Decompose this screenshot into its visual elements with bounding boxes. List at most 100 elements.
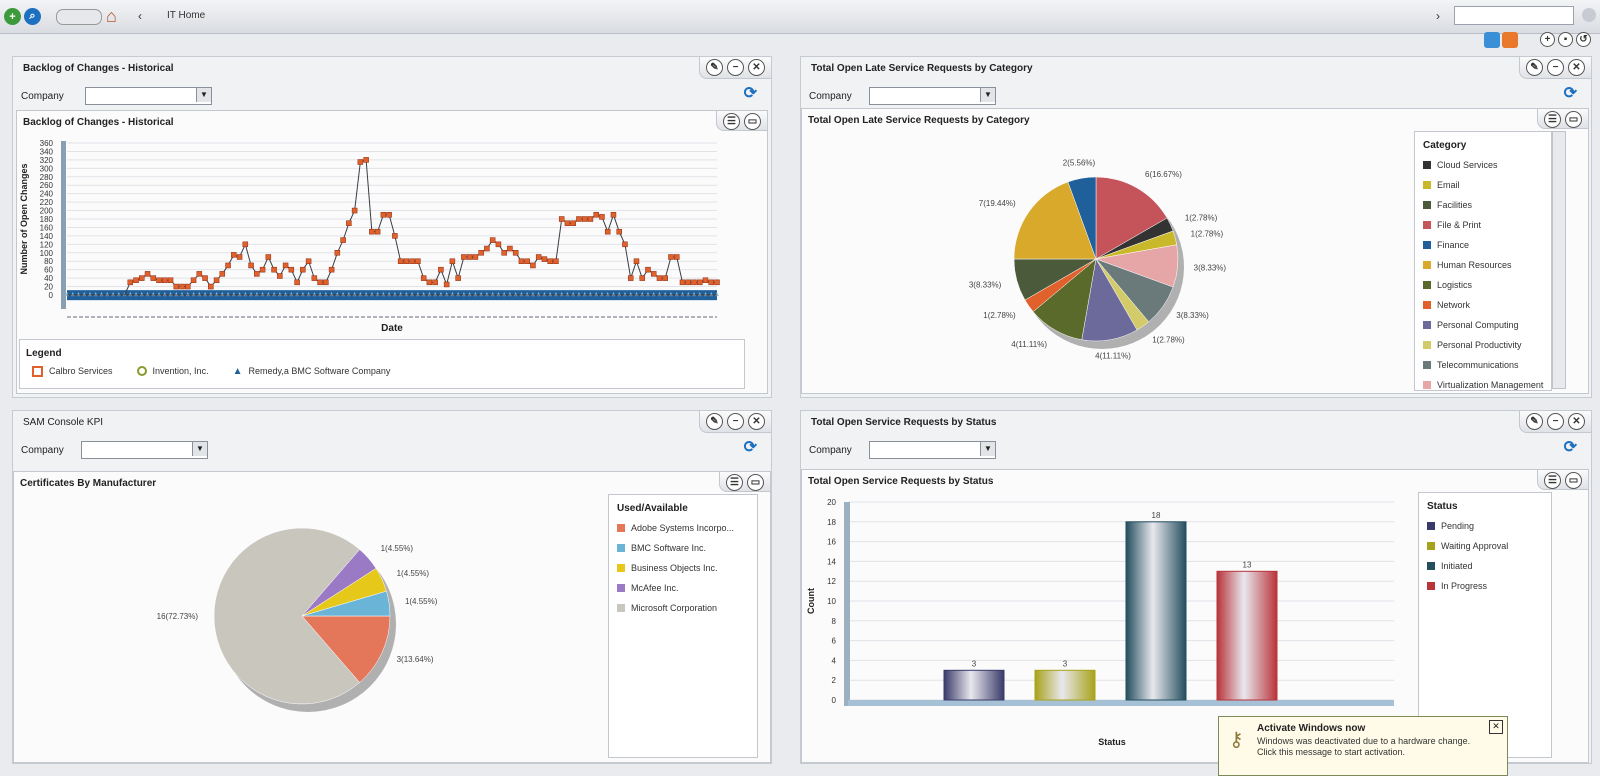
y-tick-label: 80 bbox=[44, 257, 53, 266]
refresh-icon[interactable]: ⟳ bbox=[1564, 83, 1577, 103]
slice-label: 16(72.73%) bbox=[157, 612, 199, 621]
refresh-icon[interactable]: ⟳ bbox=[1564, 437, 1577, 457]
category-legend: Category Cloud Services Email Facilities Fi… bbox=[1414, 131, 1552, 391]
add-panel-icon[interactable]: + bbox=[1540, 32, 1555, 47]
rss-icon[interactable] bbox=[1502, 32, 1518, 48]
data-point bbox=[369, 228, 375, 235]
company-select[interactable]: ▼ bbox=[85, 87, 212, 105]
data-point bbox=[185, 283, 191, 290]
save-layout-icon[interactable]: ▪ bbox=[1558, 32, 1573, 47]
chevron-down-icon[interactable]: ▼ bbox=[980, 442, 995, 456]
data-point bbox=[570, 220, 576, 226]
close-icon[interactable]: ✕ bbox=[748, 59, 765, 76]
data-point bbox=[351, 207, 358, 214]
slice-label: 1(4.55%) bbox=[381, 544, 414, 553]
data-point bbox=[610, 212, 617, 218]
close-icon[interactable]: ✕ bbox=[1568, 59, 1585, 76]
activate-windows-notification[interactable]: ⚷ Activate Windows now Windows was deact… bbox=[1218, 716, 1508, 776]
chart-controls: ☰ ▭ bbox=[716, 111, 767, 131]
maximize-icon[interactable]: ▭ bbox=[747, 474, 764, 491]
company-select[interactable]: ▼ bbox=[869, 441, 996, 459]
legend-item: BMC Software Inc. bbox=[609, 538, 757, 558]
search-icon[interactable]: ⌕ bbox=[24, 8, 41, 25]
refresh-icon[interactable]: ⟳ bbox=[744, 437, 757, 457]
legend-item-label: BMC Software Inc. bbox=[631, 543, 707, 553]
legend-item-label: Microsoft Corporation bbox=[631, 603, 718, 613]
close-icon[interactable]: ✕ bbox=[748, 413, 765, 430]
legend-item: Calbro Services bbox=[24, 361, 113, 381]
help-icon[interactable] bbox=[1582, 8, 1596, 22]
slice-label: 1(2.78%) bbox=[1152, 335, 1185, 344]
list-view-icon[interactable]: ☰ bbox=[1544, 472, 1561, 489]
legend-item: Telecommunications bbox=[1415, 355, 1551, 375]
data-point bbox=[662, 275, 668, 281]
chevron-down-icon[interactable]: ▼ bbox=[192, 442, 207, 456]
minimize-icon[interactable]: − bbox=[1547, 59, 1564, 76]
data-point bbox=[150, 275, 157, 281]
edit-icon[interactable]: ✎ bbox=[706, 413, 723, 430]
data-point bbox=[300, 266, 306, 273]
nav-left-arrow[interactable]: ‹ bbox=[138, 9, 142, 23]
legend-title: Legend bbox=[26, 348, 62, 359]
data-point bbox=[461, 254, 467, 260]
maximize-icon[interactable]: ▭ bbox=[1565, 472, 1582, 489]
data-point bbox=[173, 283, 180, 290]
legend-item: Initiated bbox=[1419, 556, 1551, 576]
company-select[interactable]: ▼ bbox=[869, 87, 996, 105]
add-icon[interactable]: + bbox=[4, 8, 21, 25]
close-icon[interactable]: ✕ bbox=[1489, 720, 1503, 734]
list-view-icon[interactable]: ☰ bbox=[726, 474, 743, 491]
y-tick-label: 60 bbox=[44, 266, 53, 275]
data-point bbox=[633, 258, 640, 264]
data-point bbox=[265, 254, 272, 260]
legend-swatch bbox=[1427, 562, 1435, 570]
close-icon[interactable]: ✕ bbox=[1568, 413, 1585, 430]
certificates-pie-chart: 3(13.64%) 16(72.73%) 1(4.55%) 1(4.55%) 1(4.5… bbox=[157, 527, 438, 712]
data-point bbox=[685, 279, 691, 286]
data-point bbox=[702, 277, 709, 283]
legend-item-label: Remedy,a BMC Software Company bbox=[248, 366, 391, 376]
maximize-icon[interactable]: ▭ bbox=[744, 113, 761, 130]
slice-label: 4(11.11%) bbox=[1095, 352, 1131, 361]
edit-icon[interactable]: ✎ bbox=[1526, 59, 1543, 76]
data-point bbox=[507, 245, 513, 252]
data-point bbox=[426, 279, 433, 286]
data-point bbox=[213, 277, 220, 283]
legend-item: Adobe Systems Incorpo... bbox=[609, 518, 757, 538]
chevron-down-icon[interactable]: ▼ bbox=[980, 88, 995, 102]
nav-history-control[interactable] bbox=[56, 9, 102, 25]
maximize-icon[interactable]: ▭ bbox=[1565, 111, 1582, 128]
legend-swatch bbox=[1423, 301, 1431, 309]
data-point bbox=[403, 258, 410, 264]
minimize-icon[interactable]: − bbox=[727, 413, 744, 430]
data-point bbox=[208, 283, 214, 290]
bar bbox=[1216, 570, 1278, 701]
global-search-input[interactable] bbox=[1454, 6, 1574, 25]
chevron-down-icon[interactable]: ▼ bbox=[196, 88, 211, 102]
legend-item-label: Invention, Inc. bbox=[152, 366, 209, 376]
data-point bbox=[271, 266, 277, 273]
list-view-icon[interactable]: ☰ bbox=[723, 113, 740, 130]
legend-item: Logistics bbox=[1415, 275, 1551, 295]
data-point bbox=[242, 241, 249, 248]
edit-icon[interactable]: ✎ bbox=[1526, 413, 1543, 430]
slice-label: 3(13.64%) bbox=[397, 655, 434, 664]
reset-layout-icon[interactable]: ↺ bbox=[1576, 32, 1591, 47]
breadcrumb: IT Home bbox=[167, 10, 206, 21]
home-icon[interactable]: ⌂ bbox=[106, 6, 117, 27]
late-requests-panel: Total Open Late Service Requests by Cate… bbox=[800, 56, 1592, 398]
nav-right-arrow[interactable]: › bbox=[1436, 9, 1440, 23]
minimize-icon[interactable]: − bbox=[1547, 413, 1564, 430]
data-point bbox=[231, 252, 237, 258]
twitter-icon[interactable] bbox=[1484, 32, 1500, 48]
legend-item: Finance bbox=[1415, 235, 1551, 255]
company-select[interactable]: ▼ bbox=[81, 441, 208, 459]
minimize-icon[interactable]: − bbox=[727, 59, 744, 76]
y-tick-label: 2 bbox=[832, 676, 837, 685]
edit-icon[interactable]: ✎ bbox=[706, 59, 723, 76]
chart-controls: ☰ ▭ bbox=[719, 472, 770, 492]
data-point bbox=[438, 266, 444, 273]
legend-scrollbar[interactable] bbox=[1552, 131, 1566, 389]
refresh-icon[interactable]: ⟳ bbox=[744, 83, 757, 103]
list-view-icon[interactable]: ☰ bbox=[1544, 111, 1561, 128]
